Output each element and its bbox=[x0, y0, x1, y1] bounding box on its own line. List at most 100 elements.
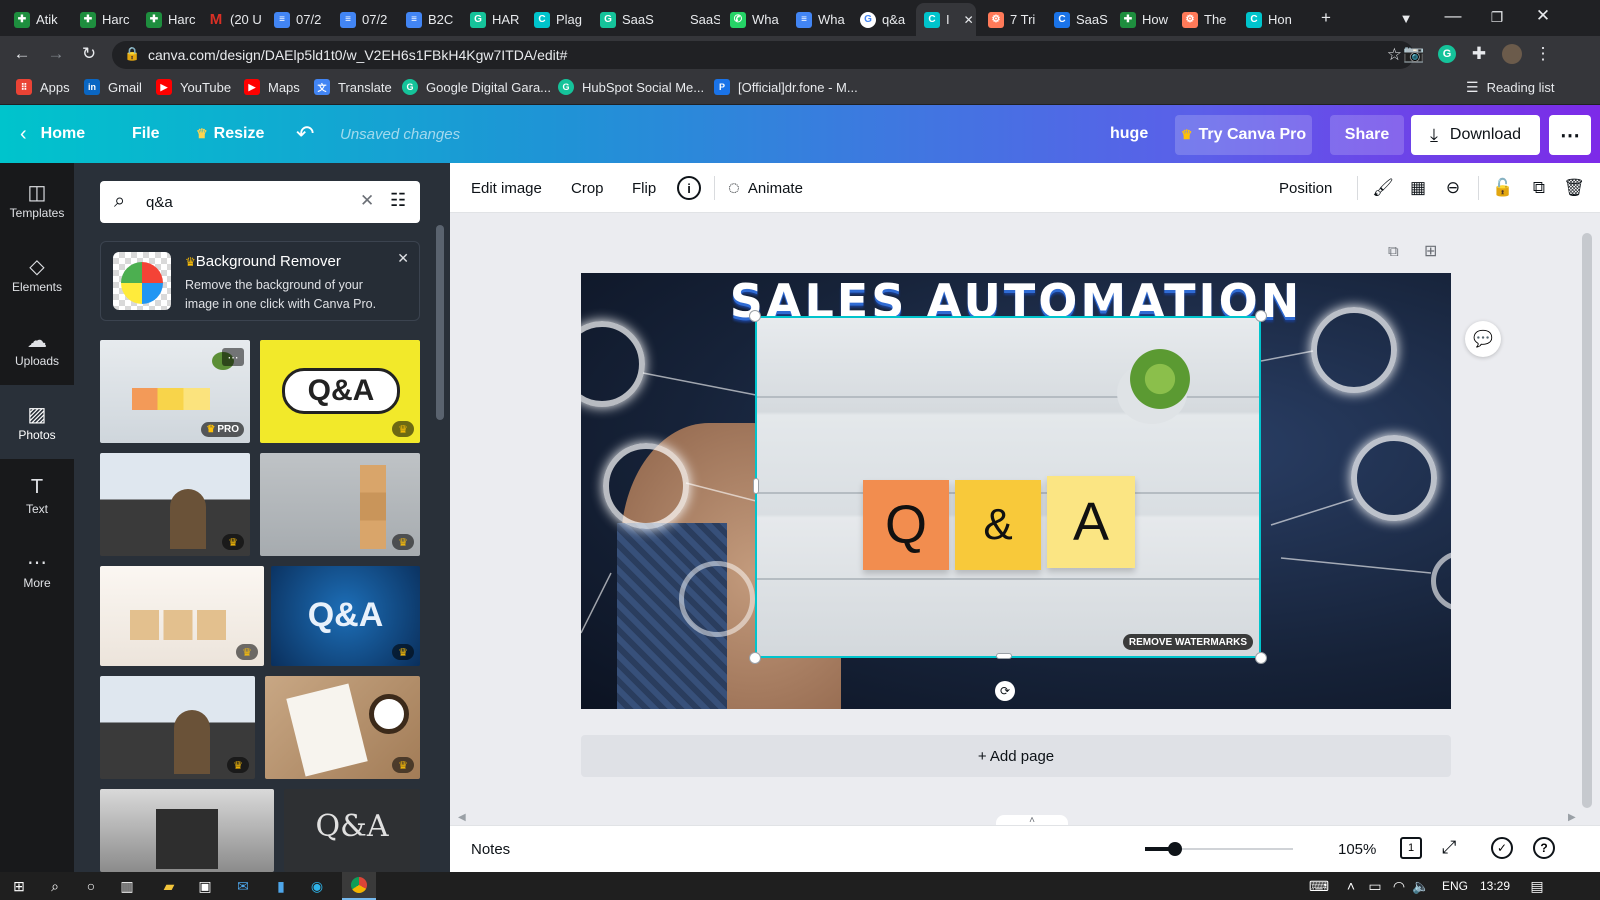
photo-result-7[interactable]: ♛ bbox=[100, 676, 255, 779]
browser-tab[interactable]: ✚ Atik bbox=[6, 3, 70, 36]
bookmark-item[interactable]: ⠿ Apps bbox=[16, 79, 70, 95]
browser-tab[interactable]: ≡ 07/2 bbox=[332, 3, 396, 36]
rotate-icon[interactable]: ⟳ bbox=[995, 681, 1015, 701]
scroll-left-icon[interactable]: ◀ bbox=[458, 812, 466, 823]
checkmark-icon[interactable]: ✓ bbox=[1491, 837, 1513, 859]
browser-tab[interactable]: C I ✕ bbox=[916, 3, 976, 36]
camera-extension-icon[interactable]: 📷 bbox=[1403, 44, 1424, 64]
file-explorer-icon[interactable]: ▰ bbox=[158, 876, 180, 896]
bookmark-item[interactable]: P [Official]dr.fone - M... bbox=[714, 79, 858, 95]
browser-tab[interactable]: ✆ Wha bbox=[722, 3, 786, 36]
add-page-button[interactable]: + Add page bbox=[581, 735, 1451, 777]
photo-result-4[interactable]: ♛ bbox=[260, 453, 420, 556]
notifications-icon[interactable]: ▤ bbox=[1526, 876, 1548, 896]
design-page[interactable]: SALES AUTOMATION Q & A REMOVE WATERMARKS… bbox=[581, 273, 1451, 709]
zoom-level[interactable]: 105% bbox=[1338, 841, 1376, 858]
restore-icon[interactable]: ❐ bbox=[1487, 7, 1507, 27]
mail-icon[interactable]: ✉ bbox=[232, 876, 254, 896]
rail-item-photos[interactable]: ▨ Photos bbox=[0, 385, 74, 459]
bookmark-star-icon[interactable]: ☆ bbox=[1387, 45, 1402, 65]
browser-tab[interactable]: ✚ Harc bbox=[138, 3, 198, 36]
windows-start-icon[interactable]: ⊞ bbox=[8, 876, 30, 896]
minimize-icon[interactable]: — bbox=[1443, 6, 1463, 26]
resize-handle[interactable] bbox=[753, 478, 759, 494]
browser-tab[interactable]: C Hon bbox=[1238, 3, 1302, 36]
scroll-right-icon[interactable]: ▶ bbox=[1568, 812, 1576, 823]
resize-handle[interactable] bbox=[1255, 310, 1267, 322]
design-title[interactable]: huge bbox=[1110, 105, 1148, 163]
new-tab-icon[interactable]: + bbox=[1316, 8, 1336, 28]
browser-tab[interactable]: Gq&a bbox=[852, 3, 914, 36]
resize-handle[interactable] bbox=[996, 653, 1012, 659]
close-window-icon[interactable]: ✕ bbox=[1533, 6, 1553, 26]
back-icon[interactable]: ← bbox=[12, 44, 32, 64]
rail-item-elements[interactable]: ◇ Elements bbox=[0, 237, 74, 311]
reload-icon[interactable]: ↻ bbox=[79, 44, 99, 64]
rail-item-text[interactable]: T Text bbox=[0, 459, 74, 533]
animate-button[interactable]: ◌ Animate bbox=[728, 163, 803, 213]
resize-handle[interactable] bbox=[749, 310, 761, 322]
resize-handle[interactable] bbox=[749, 652, 761, 664]
paint-roller-icon[interactable]: 🖌 bbox=[1372, 177, 1394, 199]
forward-icon[interactable]: → bbox=[46, 44, 66, 64]
photo-result-5[interactable]: ♛ bbox=[100, 566, 264, 666]
duplicate-icon[interactable]: ⧉ bbox=[1528, 177, 1550, 199]
close-promo-icon[interactable]: ✕ bbox=[397, 250, 409, 267]
remove-watermarks-badge[interactable]: REMOVE WATERMARKS bbox=[1122, 634, 1253, 650]
store-icon[interactable]: ▣ bbox=[194, 876, 216, 896]
chrome-menu-icon[interactable]: ⋮ bbox=[1533, 44, 1553, 64]
rail-item-templates[interactable]: ◫ Templates bbox=[0, 163, 74, 237]
flip-button[interactable]: Flip bbox=[632, 163, 656, 213]
browser-tab[interactable]: ✚ How bbox=[1112, 3, 1172, 36]
browser-tab[interactable]: ⚙ 7 Tri bbox=[980, 3, 1044, 36]
browser-tab[interactable]: SaaS bbox=[660, 3, 720, 36]
try-canva-pro-button[interactable]: ♛ Try Canva Pro bbox=[1175, 115, 1312, 155]
search-box[interactable]: ⌕ q&a ✕ ☷ bbox=[100, 181, 420, 223]
photo-result-3[interactable]: ♛ bbox=[100, 453, 250, 556]
keyboard-icon[interactable]: ⌨ bbox=[1308, 876, 1330, 896]
extensions-puzzle-icon[interactable]: ✚ bbox=[1469, 44, 1489, 64]
trash-icon[interactable]: 🗑 bbox=[1563, 177, 1585, 199]
browser-tab[interactable]: ✚ Harc bbox=[72, 3, 136, 36]
file-menu[interactable]: File bbox=[132, 105, 160, 163]
clear-search-icon[interactable]: ✕ bbox=[360, 191, 374, 211]
resize-handle[interactable] bbox=[1255, 652, 1267, 664]
chevron-up-icon[interactable]: ˄ bbox=[1340, 876, 1362, 896]
bookmark-item[interactable]: G Google Digital Gara... bbox=[402, 79, 551, 95]
zoom-slider-thumb[interactable] bbox=[1167, 842, 1182, 856]
add-page-icon[interactable]: ⊞ bbox=[1424, 241, 1437, 261]
search-input[interactable]: q&a bbox=[146, 194, 173, 211]
background-remover-promo[interactable]: ♛Background Remover Remove the backgroun… bbox=[100, 241, 420, 321]
language-indicator[interactable]: ENG bbox=[1442, 879, 1468, 893]
workspace-scrollbar[interactable] bbox=[1582, 233, 1592, 808]
home-button[interactable]: ‹ Home bbox=[20, 105, 85, 163]
help-icon[interactable]: ? bbox=[1533, 837, 1555, 859]
photo-result-1[interactable]: ⋯ ♛ PRO bbox=[100, 340, 250, 443]
wifi-icon[interactable]: ◠ bbox=[1388, 876, 1410, 896]
bookmark-item[interactable]: in Gmail bbox=[84, 79, 142, 95]
panel-scrollbar[interactable] bbox=[436, 225, 444, 420]
volume-icon[interactable]: 🔈 bbox=[1410, 876, 1432, 896]
link-icon[interactable]: ⊖ bbox=[1442, 177, 1464, 199]
lock-icon[interactable]: 🔓 bbox=[1492, 177, 1514, 199]
tab-search-icon[interactable]: ▼ bbox=[1396, 8, 1416, 28]
grammarly-extension-icon[interactable]: G bbox=[1438, 45, 1456, 63]
bookmark-item[interactable]: ▶ Maps bbox=[244, 79, 300, 95]
info-icon[interactable]: i bbox=[677, 176, 701, 200]
cortana-icon[interactable]: ○ bbox=[80, 876, 102, 896]
bookmark-item[interactable]: 文 Translate bbox=[314, 79, 392, 95]
clock[interactable]: 13:29 bbox=[1480, 879, 1510, 893]
transparency-icon[interactable]: ▦ bbox=[1407, 177, 1429, 199]
photo-result-9[interactable] bbox=[100, 789, 274, 872]
bookmark-item[interactable]: G HubSpot Social Me... bbox=[558, 79, 704, 95]
filter-sliders-icon[interactable]: ☷ bbox=[390, 190, 406, 211]
share-button[interactable]: Share bbox=[1330, 115, 1404, 155]
reading-list[interactable]: ☰ Reading list bbox=[1466, 79, 1555, 96]
rail-item-uploads[interactable]: ☁ Uploads bbox=[0, 311, 74, 385]
edge-icon[interactable]: ◉ bbox=[306, 876, 328, 896]
page-count[interactable]: 1 bbox=[1400, 837, 1422, 859]
edit-image-button[interactable]: Edit image bbox=[471, 163, 542, 213]
qa-image-element[interactable]: Q & A REMOVE WATERMARKS bbox=[755, 316, 1261, 658]
copy-page-icon[interactable]: ⧉ bbox=[1388, 243, 1399, 260]
more-options-button[interactable]: ⋯ bbox=[1549, 115, 1591, 155]
